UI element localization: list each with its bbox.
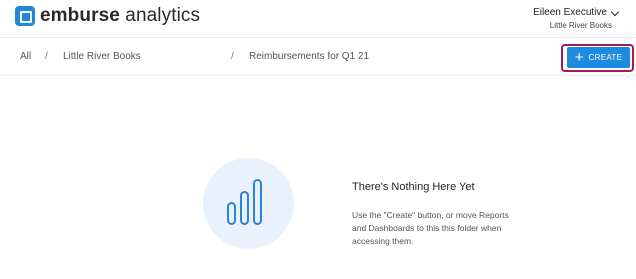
user-name[interactable]: Eileen Executive xyxy=(533,7,620,19)
empty-state-title: There's Nothing Here Yet xyxy=(352,181,475,193)
brand-name: emburse analytics xyxy=(40,5,201,26)
breadcrumb-item-all[interactable]: All xyxy=(20,51,31,63)
user-menu[interactable]: Eileen Executive Little River Books xyxy=(533,7,620,31)
create-button-label: CREATE xyxy=(588,53,623,62)
breadcrumb-item-little-river-books[interactable]: Little River Books xyxy=(63,51,141,63)
breadcrumb-separator: / xyxy=(231,51,234,62)
breadcrumb-item-current: Reimbursements for Q1 21 xyxy=(249,51,370,62)
empty-state-illustration xyxy=(203,158,294,249)
app-header: emburse analytics Eileen Executive Littl… xyxy=(0,0,636,38)
breadcrumb-separator: / xyxy=(45,51,48,62)
empty-state-description: Use the "Create" button, or move Reports… xyxy=(352,210,509,246)
bar-chart-icon xyxy=(227,179,262,225)
chevron-down-icon[interactable] xyxy=(610,7,620,16)
create-button[interactable]: + CREATE xyxy=(567,47,630,68)
plus-icon: + xyxy=(574,48,584,66)
user-org: Little River Books xyxy=(549,21,612,30)
emburse-logo[interactable]: emburse analytics xyxy=(15,6,200,26)
emburse-logo-icon xyxy=(15,6,35,26)
breadcrumb: All / Little River Books / Reimbursement… xyxy=(0,38,636,76)
